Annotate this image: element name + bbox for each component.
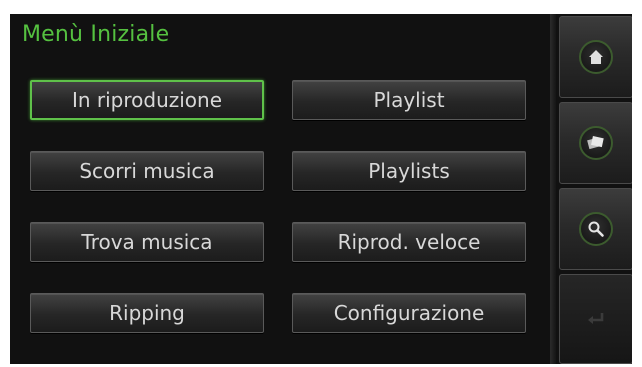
- settings-button[interactable]: Configurazione: [292, 293, 526, 333]
- now-playing-button[interactable]: In riproduzione: [30, 80, 264, 120]
- device-screen: Menù Iniziale In riproduzione Scorri mus…: [10, 14, 632, 364]
- back-button[interactable]: [559, 274, 632, 364]
- albums-button[interactable]: [559, 102, 632, 184]
- albums-icon: [579, 126, 613, 160]
- ripping-button[interactable]: Ripping: [30, 293, 264, 333]
- browse-music-button[interactable]: Scorri musica: [30, 151, 264, 191]
- find-music-button[interactable]: Trova musica: [30, 222, 264, 262]
- sidebar-divider: [550, 14, 556, 364]
- playlist-button[interactable]: Playlist: [292, 80, 526, 120]
- quick-play-button[interactable]: Riprod. veloce: [292, 222, 526, 262]
- page-title: Menù Iniziale: [22, 22, 170, 47]
- playlists-button[interactable]: Playlists: [292, 151, 526, 191]
- back-icon: [588, 313, 604, 324]
- home-button[interactable]: [559, 16, 632, 98]
- search-icon: [579, 212, 613, 246]
- home-icon: [579, 40, 613, 74]
- search-button[interactable]: [559, 188, 632, 270]
